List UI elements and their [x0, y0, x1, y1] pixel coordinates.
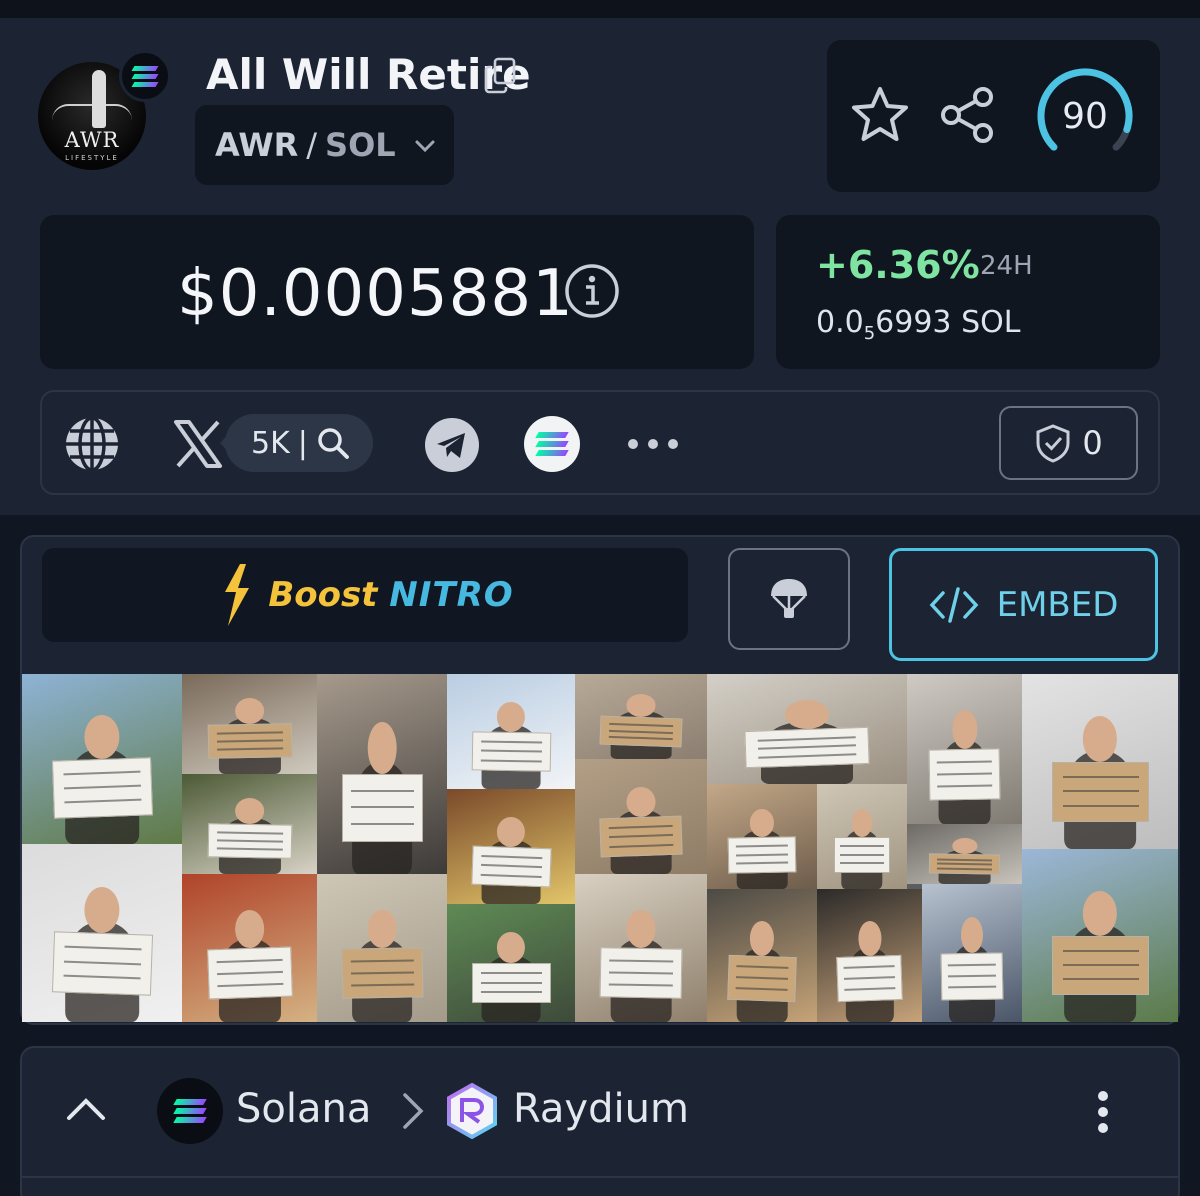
- bolt-icon: [225, 564, 250, 626]
- status-strip: [0, 0, 1200, 18]
- actions-card: 90: [827, 40, 1160, 192]
- copy-icon[interactable]: [483, 56, 517, 94]
- photo-tile: [817, 889, 922, 1022]
- audit-count: 0: [1082, 424, 1103, 462]
- solana-icon: [119, 50, 171, 102]
- logo-figure: [92, 70, 106, 128]
- code-icon: [929, 586, 978, 623]
- more-icon[interactable]: [626, 434, 680, 454]
- telegram-icon[interactable]: [424, 417, 480, 473]
- pair-selector[interactable]: AWR / SOL: [195, 105, 454, 185]
- chevron-right-icon: [403, 1093, 424, 1129]
- photo-tile: [447, 674, 575, 789]
- photo-tile: [907, 674, 1022, 824]
- price-usd: $0.0005881: [177, 257, 574, 331]
- price-usd-card: $0.0005881: [40, 215, 754, 369]
- info-icon[interactable]: [564, 263, 620, 319]
- star-icon[interactable]: [849, 84, 911, 146]
- boost-nitro-button[interactable]: Boost NITRO: [42, 548, 688, 642]
- kebab-icon[interactable]: [1088, 1088, 1118, 1136]
- photo-tile: [447, 789, 575, 904]
- photo-tile: [22, 844, 182, 1022]
- photo-tile: [922, 884, 1022, 1022]
- community-photo-banner: [22, 674, 1178, 1022]
- photo-tile: [182, 774, 317, 874]
- globe-icon[interactable]: [62, 414, 122, 474]
- airdrop-button[interactable]: [728, 548, 850, 650]
- chain-name[interactable]: Solana: [236, 1086, 371, 1132]
- price-native-unit: SOL: [961, 305, 1021, 340]
- embed-button[interactable]: EMBED: [889, 548, 1158, 661]
- x-followers-count: 5K: [251, 425, 290, 461]
- price-change-24h: +6.36%: [816, 243, 980, 287]
- x-followers-search[interactable]: 5K |: [225, 414, 373, 472]
- price-native-prefix: 0.0: [816, 305, 864, 340]
- price-native-digits: 6993: [875, 305, 952, 340]
- photo-tile: [317, 874, 447, 1022]
- pair-base: AWR: [215, 126, 299, 164]
- photo-tile: [447, 904, 575, 1022]
- logo-brand-text: AWR: [64, 128, 120, 152]
- pill-divider: |: [297, 425, 308, 461]
- price-native: 0.056993 SOL: [816, 305, 1020, 344]
- photo-tile: [707, 889, 817, 1022]
- chevron-up-icon[interactable]: [64, 1088, 108, 1132]
- photo-tile: [707, 674, 907, 784]
- audit-button[interactable]: 0: [999, 406, 1138, 480]
- nitro-word: NITRO: [389, 575, 514, 615]
- photo-tile: [907, 824, 1022, 884]
- price-change-period: 24H: [980, 251, 1033, 281]
- trust-score-value: 90: [1062, 95, 1108, 137]
- solscan-icon[interactable]: [524, 416, 580, 472]
- photo-tile: [317, 674, 447, 874]
- parachute-icon: [771, 579, 807, 618]
- boost-word: Boost: [268, 575, 378, 615]
- photo-tile: [575, 674, 707, 759]
- price-change-card: +6.36% 24H 0.056993 SOL: [776, 215, 1160, 369]
- pair-quote: SOL: [325, 126, 396, 164]
- token-name: All Will Retire: [206, 50, 531, 99]
- photo-tile: [817, 784, 907, 889]
- embed-label: EMBED: [996, 584, 1119, 625]
- share-icon[interactable]: [939, 86, 997, 144]
- photo-tile: [575, 874, 707, 1022]
- photo-tile: [1022, 849, 1178, 1022]
- price-native-zero-count: 5: [863, 323, 876, 344]
- logo-sub-text: LIFESTYLE: [65, 154, 119, 162]
- search-icon: [318, 428, 349, 459]
- photo-tile: [182, 674, 317, 774]
- shield-check-icon: [1036, 424, 1070, 463]
- pair-separator: /: [306, 126, 318, 164]
- raydium-icon: [447, 1082, 497, 1140]
- chevron-down-icon: [415, 140, 435, 153]
- photo-tile: [575, 759, 707, 874]
- solana-chain-icon: [157, 1078, 223, 1144]
- x-icon[interactable]: [172, 418, 224, 470]
- photo-tile: [707, 784, 817, 889]
- photo-tile: [182, 874, 317, 1022]
- photo-tile: [1022, 674, 1178, 849]
- dex-name[interactable]: Raydium: [513, 1086, 689, 1132]
- photo-tile: [22, 674, 182, 844]
